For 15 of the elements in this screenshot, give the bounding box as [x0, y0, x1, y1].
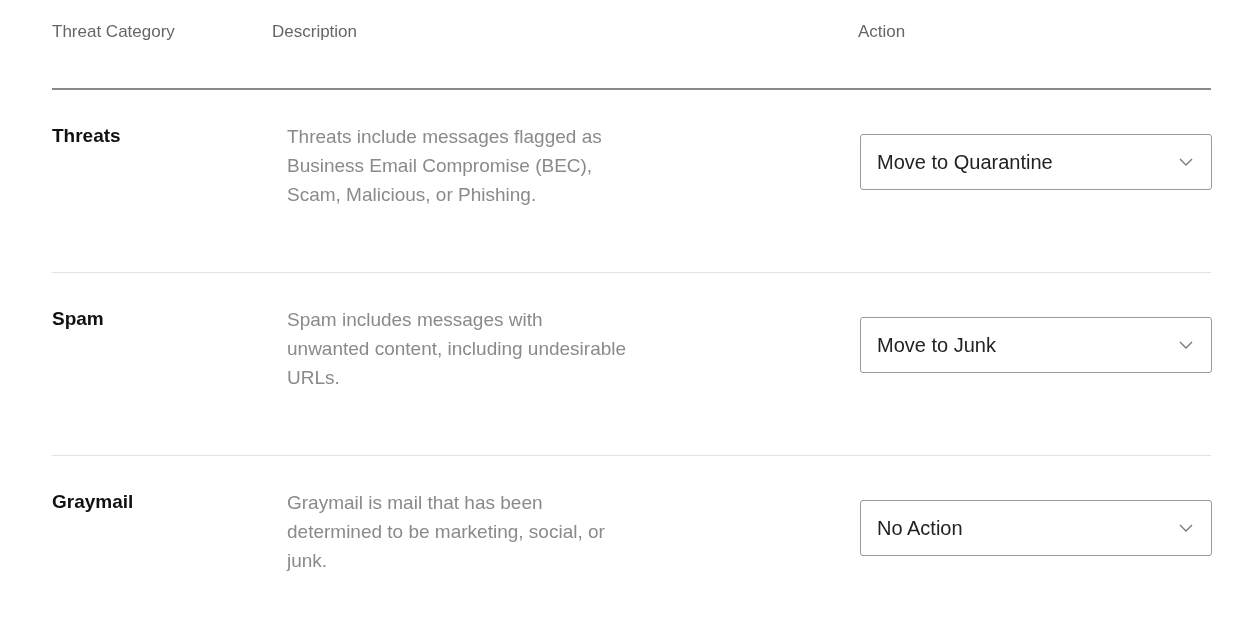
category-label: Threats — [52, 124, 122, 148]
category-description: Spam includes messages with unwanted content, including undesirable URLs. — [286, 308, 628, 390]
column-header: Threat Category — [52, 21, 176, 43]
category-label: Spam — [52, 307, 105, 331]
category-label: Graymail — [52, 490, 135, 514]
chevron-down-icon — [1179, 158, 1193, 166]
chevron-down-icon — [1179, 524, 1193, 532]
column-header: Description — [272, 21, 359, 43]
category-description: Graymail is mail that has been determined to be marketing, social, or junk. — [285, 491, 606, 573]
action-dropdown[interactable]: No Action — [860, 500, 1212, 556]
action-dropdown[interactable]: Move to Quarantine — [860, 134, 1212, 190]
chevron-down-icon — [1179, 341, 1193, 349]
category-description: Threats include messages flagged as Business Email Compromise (BEC), Scam, Malicious, or Phishing. — [286, 125, 603, 207]
action-dropdown[interactable]: Move to Junk — [860, 317, 1212, 373]
column-header: Action — [858, 21, 907, 43]
